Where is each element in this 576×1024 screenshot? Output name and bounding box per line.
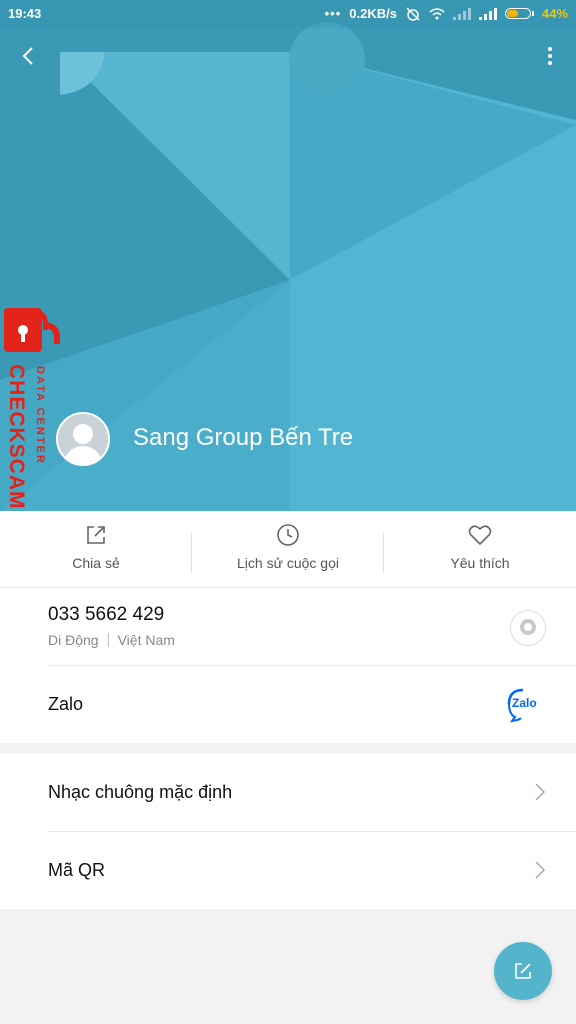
favorite-action[interactable]: Yêu thích — [384, 511, 576, 587]
phone-number[interactable]: 033 5662 429 — [48, 604, 164, 626]
call-history-label: Lịch sử cuộc gọi — [237, 555, 339, 571]
message-icon — [520, 619, 536, 635]
phone-type: Di Động — [48, 632, 99, 648]
qr-label: Mã QR — [48, 860, 106, 880]
share-action[interactable]: Chia sẻ — [0, 511, 192, 587]
status-bar: 19:43 ••• 0.2KB/s 44% — [0, 0, 576, 28]
phone-meta: Di Động Việt Nam — [48, 632, 175, 648]
ringtone-label: Nhạc chuông mặc định — [48, 782, 233, 802]
battery-percent: 44% — [541, 6, 568, 21]
zalo-row[interactable] — [0, 666, 576, 743]
more-options-icon[interactable] — [542, 44, 558, 68]
watermark-side-text: DATA CENTER — [34, 366, 46, 465]
edit-contact-button[interactable] — [494, 942, 552, 1000]
alarm-off-icon — [406, 6, 420, 21]
back-arrow-icon[interactable] — [16, 44, 40, 68]
edit-icon — [515, 963, 531, 979]
contact-header: 19:43 ••• 0.2KB/s 44% Sang Group Bến Tre — [0, 0, 576, 511]
contact-name: Sang Group Bến Tre — [133, 424, 354, 451]
divider — [107, 633, 109, 647]
share-label: Chia sẻ — [72, 555, 120, 571]
phone-row[interactable] — [0, 588, 576, 665]
wifi-icon — [429, 7, 445, 19]
clock-icon — [277, 524, 299, 546]
zalo-app-icon[interactable]: Zalo — [503, 684, 543, 724]
favorite-label: Yêu thích — [450, 555, 510, 571]
signal-icon-1 — [452, 7, 471, 20]
call-history-action[interactable]: Lịch sử cuộc gọi — [192, 511, 384, 587]
signal-icon-2 — [478, 7, 497, 20]
network-speed: 0.2KB/s — [349, 6, 397, 21]
battery-icon — [504, 8, 534, 19]
zalo-icon-text: Zalo — [512, 696, 537, 710]
status-time: 19:43 — [8, 6, 42, 21]
heart-icon — [468, 525, 492, 546]
more-notifications-icon: ••• — [324, 6, 342, 21]
chevron-right-icon — [535, 861, 546, 879]
zalo-label: Zalo — [48, 694, 84, 714]
message-button[interactable] — [510, 610, 546, 646]
phone-region: Việt Nam — [117, 632, 175, 648]
chevron-right-icon — [535, 783, 546, 801]
action-bar: Chia sẻ Lịch sử cuộc gọi Yêu thích — [0, 511, 576, 588]
share-icon — [87, 526, 105, 544]
